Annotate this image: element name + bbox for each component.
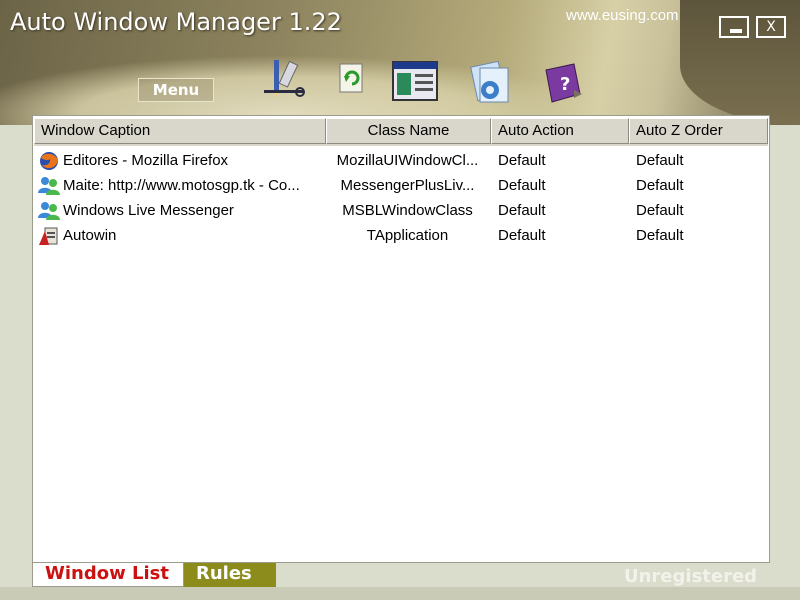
minimize-button[interactable]: [719, 16, 749, 38]
class-name: MessengerPlusLiv...: [340, 177, 475, 194]
table-row[interactable]: Autowin TApplication Default Default: [33, 223, 769, 248]
auto-action: Default: [498, 202, 546, 219]
table-row[interactable]: Editores - Mozilla Firefox MozillaUIWind…: [33, 148, 769, 173]
messenger-users-icon: [37, 200, 61, 222]
app-title: Auto Window Manager 1.22: [10, 8, 342, 36]
website-link[interactable]: www.eusing.com: [566, 7, 679, 24]
pen-ruler-icon[interactable]: [260, 56, 308, 104]
window-caption: Maite: http://www.motosgp.tk - Co...: [63, 177, 300, 194]
window-caption: Editores - Mozilla Firefox: [63, 152, 229, 169]
class-name: MozillaUIWindowCl...: [336, 152, 479, 169]
auto-action: Default: [498, 227, 546, 244]
refresh-page-icon[interactable]: [334, 60, 370, 96]
table-row[interactable]: Maite: http://www.motosgp.tk - Co... Mes…: [33, 173, 769, 198]
column-header-auto-action[interactable]: Auto Action: [491, 118, 629, 144]
class-name: TApplication: [366, 227, 449, 244]
tab-window-list[interactable]: Window List: [32, 563, 184, 587]
menu-button[interactable]: Menu: [138, 78, 214, 102]
tab-rules[interactable]: Rules: [184, 563, 276, 587]
auto-z-order: Default: [636, 177, 684, 194]
auto-action: Default: [498, 177, 546, 194]
column-header-window-caption[interactable]: Window Caption: [34, 118, 326, 144]
table-body: Editores - Mozilla Firefox MozillaUIWind…: [33, 148, 769, 248]
firefox-icon: [37, 150, 61, 172]
window-list-panel: Window Caption Class Name Auto Action Au…: [32, 115, 770, 563]
window-settings-icon[interactable]: [391, 58, 439, 106]
column-header-auto-z-order[interactable]: Auto Z Order: [629, 118, 768, 144]
auto-z-order: Default: [636, 202, 684, 219]
class-name: MSBLWindowClass: [342, 202, 473, 219]
messenger-users-icon: [37, 175, 61, 197]
auto-action: Default: [498, 152, 546, 169]
window-caption: Windows Live Messenger: [63, 202, 234, 219]
autowin-app-icon: [37, 225, 61, 247]
svg-text:?: ?: [560, 74, 570, 95]
help-book-icon[interactable]: ?: [538, 60, 586, 108]
close-button[interactable]: X: [756, 16, 786, 38]
column-header-class-name[interactable]: Class Name: [326, 118, 491, 144]
auto-z-order: Default: [636, 152, 684, 169]
table-row[interactable]: Windows Live Messenger MSBLWindowClass D…: [33, 198, 769, 223]
registration-status: Unregistered: [624, 566, 758, 587]
window-caption: Autowin: [63, 227, 117, 244]
gear-documents-icon[interactable]: [466, 60, 514, 108]
bottom-strip: [0, 587, 800, 600]
bottom-tabs: Window List Rules: [32, 563, 276, 587]
table-header: Window Caption Class Name Auto Action Au…: [34, 118, 768, 146]
auto-z-order: Default: [636, 227, 684, 244]
